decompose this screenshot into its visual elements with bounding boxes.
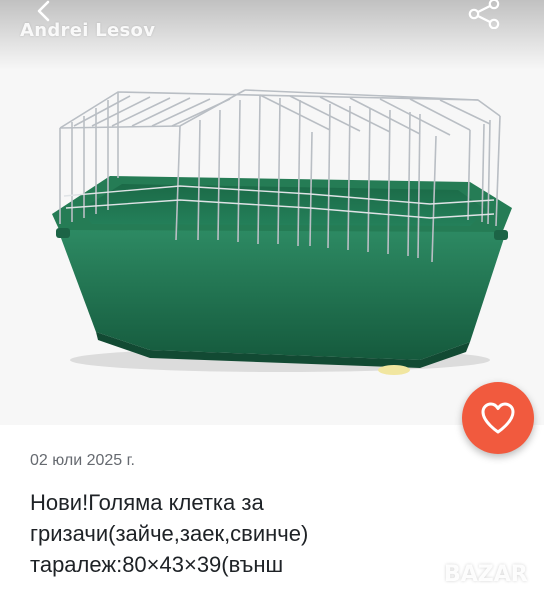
- heart-outline-icon: [481, 402, 515, 434]
- bazar-watermark: BAZAR: [432, 556, 528, 592]
- share-icon: [468, 0, 500, 29]
- title-line: гризачи(зайче,заек,свинче): [30, 521, 309, 546]
- watermark-logo-icon: [432, 569, 442, 579]
- title-line: Нови!Голяма клетка за: [30, 490, 264, 515]
- listing-title: Нови!Голяма клетка за гризачи(зайче,заек…: [30, 487, 430, 580]
- title-line: таралеж:80×43×39(външ: [30, 552, 284, 577]
- watermark-text: BAZAR: [444, 561, 528, 587]
- listing-date: 02 юли 2025 г.: [30, 452, 135, 469]
- share-button[interactable]: [462, 0, 506, 32]
- favorite-button[interactable]: [462, 382, 534, 454]
- seller-name[interactable]: Andrei Lesov: [20, 20, 155, 41]
